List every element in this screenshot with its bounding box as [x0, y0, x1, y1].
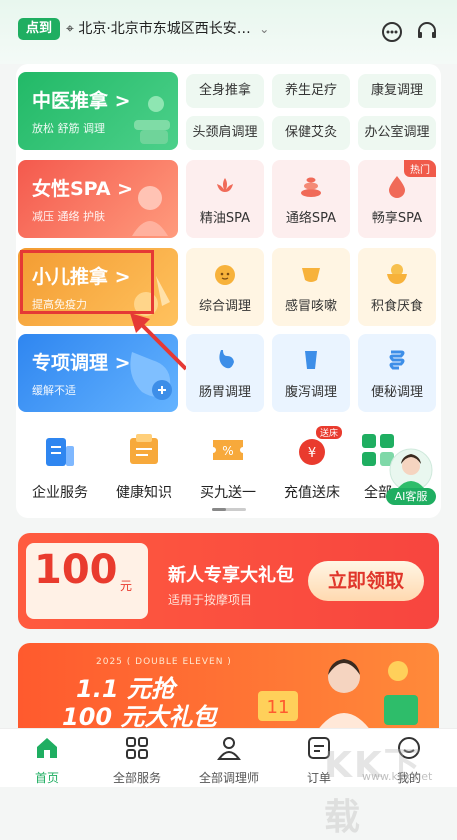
tile-label: 便秘调理 [370, 385, 423, 400]
location-selector[interactable]: ⌖ 北京·北京市东城区西长安… ⌄ [66, 18, 269, 40]
rehab-care[interactable]: 康复调理 [358, 74, 436, 108]
customer-service-icon[interactable] [415, 20, 439, 44]
coupon-unit: 元 [120, 579, 133, 593]
chevron-down-icon: ⌄ [259, 22, 270, 36]
new-user-promo[interactable]: 100 元 新人专享大礼包 适用于按摩项目 立即领取 [18, 533, 439, 629]
banner-small-text: 2025 ( DOUBLE ELEVEN ) [96, 657, 232, 667]
woman-figure-icon [132, 186, 168, 236]
tab-label: 全部调理师 [198, 771, 259, 785]
coupon-icon: % [213, 440, 243, 460]
stones-icon [301, 177, 321, 197]
tab-home[interactable]: 首页 [2, 735, 92, 786]
recharge-bonus[interactable]: ¥ 送床 充值送床 [272, 426, 352, 502]
svg-text:¥: ¥ [308, 446, 316, 461]
tab-label: 首页 [34, 771, 59, 785]
watermark: KK下载 [324, 745, 422, 838]
location-text: 北京·北京市东城区西长安… [78, 21, 251, 37]
full-body-massage[interactable]: 全身推拿 [186, 74, 264, 108]
female-spa-tile[interactable]: 女性SPA > 减压 通络 护肤 [18, 160, 178, 238]
ai-service-label: AI客服 [386, 488, 436, 505]
nav-label: 企业服务 [32, 485, 88, 501]
enjoy-spa[interactable]: 热门 畅享SPA [358, 160, 436, 238]
meridian-spa[interactable]: 通络SPA [272, 160, 350, 238]
tile-subtitle: 放松 舒筋 调理 [32, 122, 105, 135]
health-knowledge[interactable]: 健康知识 [104, 432, 184, 502]
intestine-icon [389, 350, 405, 370]
svg-text:%: % [222, 444, 233, 458]
abdomen-icon [305, 351, 317, 369]
tab-all-therapists[interactable]: 全部调理师 [184, 735, 274, 786]
cup-icon [302, 268, 320, 282]
coupon-amount: 100 [34, 547, 118, 593]
tile-subtitle: 减压 通络 护肤 [32, 210, 105, 223]
banner-line2: 100 元大礼包 [62, 703, 217, 731]
tile-label: 肠胃调理 [198, 385, 251, 400]
diarrhea-care[interactable]: 腹泻调理 [272, 334, 350, 412]
nav-label: 充值送床 [284, 485, 340, 501]
therapist-icon [217, 737, 241, 760]
tab-all-services[interactable]: 全部服务 [92, 735, 182, 786]
assistant-avatar-icon [389, 448, 433, 492]
tcm-massage-tile[interactable]: 中医推拿 > 放松 舒筋 调理 [18, 72, 178, 150]
tile-label: 通络SPA [285, 211, 337, 226]
promo-subtitle: 适用于按摩项目 [168, 593, 253, 607]
banner-illustration-icon: 11 [258, 659, 418, 733]
office-care[interactable]: 办公室调理 [358, 116, 436, 150]
oil-drop-icon [389, 176, 405, 198]
tile-label: 综合调理 [198, 299, 251, 314]
message-icon[interactable] [380, 20, 404, 44]
cold-cough[interactable]: 感冒咳嗽 [272, 248, 350, 326]
tile-subtitle: 缓解不适 [32, 384, 76, 397]
scroll-indicator [212, 508, 246, 511]
tile-title: 中医推拿 > [32, 90, 131, 112]
app-logo: 点到 [18, 18, 61, 40]
stomach-icon [219, 350, 234, 369]
gut-care[interactable]: 肠胃调理 [186, 334, 264, 412]
indigestion[interactable]: 积食厌食 [358, 248, 436, 326]
grid-icon [126, 737, 148, 759]
tab-label: 全部服务 [112, 771, 161, 785]
general-care[interactable]: 综合调理 [186, 248, 264, 326]
nav-label: 健康知识 [116, 485, 172, 501]
svg-text:11: 11 [267, 697, 290, 718]
tile-title: 女性SPA > [32, 178, 134, 200]
foot-therapy[interactable]: 养生足疗 [272, 74, 350, 108]
location-pin-icon: ⌖ [66, 21, 74, 37]
lotus-icon [217, 178, 233, 192]
tile-label: 感冒咳嗽 [284, 299, 337, 314]
ai-assistant[interactable]: AI客服 [384, 448, 438, 508]
massage-figure-icon [134, 96, 170, 144]
tile-label: 畅享SPA [371, 211, 423, 226]
nav-label: 买九送一 [200, 485, 256, 501]
essential-oil-spa[interactable]: 精油SPA [186, 160, 264, 238]
buy-nine-get-one[interactable]: % 买九送一 [188, 432, 268, 502]
health-knowledge-icon [130, 434, 158, 464]
enterprise-service[interactable]: 企业服务 [20, 432, 100, 502]
bowl-icon [387, 264, 407, 284]
watermark-url: www.kkx.net [362, 770, 433, 783]
home-icon [37, 738, 57, 758]
recharge-badge: 送床 [316, 426, 343, 439]
tile-label: 积食厌食 [370, 299, 423, 314]
tile-label: 精油SPA [199, 211, 251, 226]
double-eleven-banner[interactable]: 2025 ( DOUBLE ELEVEN ) 1.1 元抢 100 元大礼包 1… [18, 643, 439, 733]
neck-shoulder-care[interactable]: 头颈肩调理 [186, 116, 264, 150]
baby-face-icon [215, 265, 235, 285]
tile-title: 专项调理 > [32, 352, 131, 374]
moxibustion[interactable]: 保健艾灸 [272, 116, 350, 150]
enterprise-icon [46, 438, 74, 466]
constipation-care[interactable]: 便秘调理 [358, 334, 436, 412]
tile-label: 腹泻调理 [284, 385, 337, 400]
promo-title: 新人专享大礼包 [168, 565, 294, 586]
claim-now-button[interactable]: 立即领取 [308, 561, 424, 601]
